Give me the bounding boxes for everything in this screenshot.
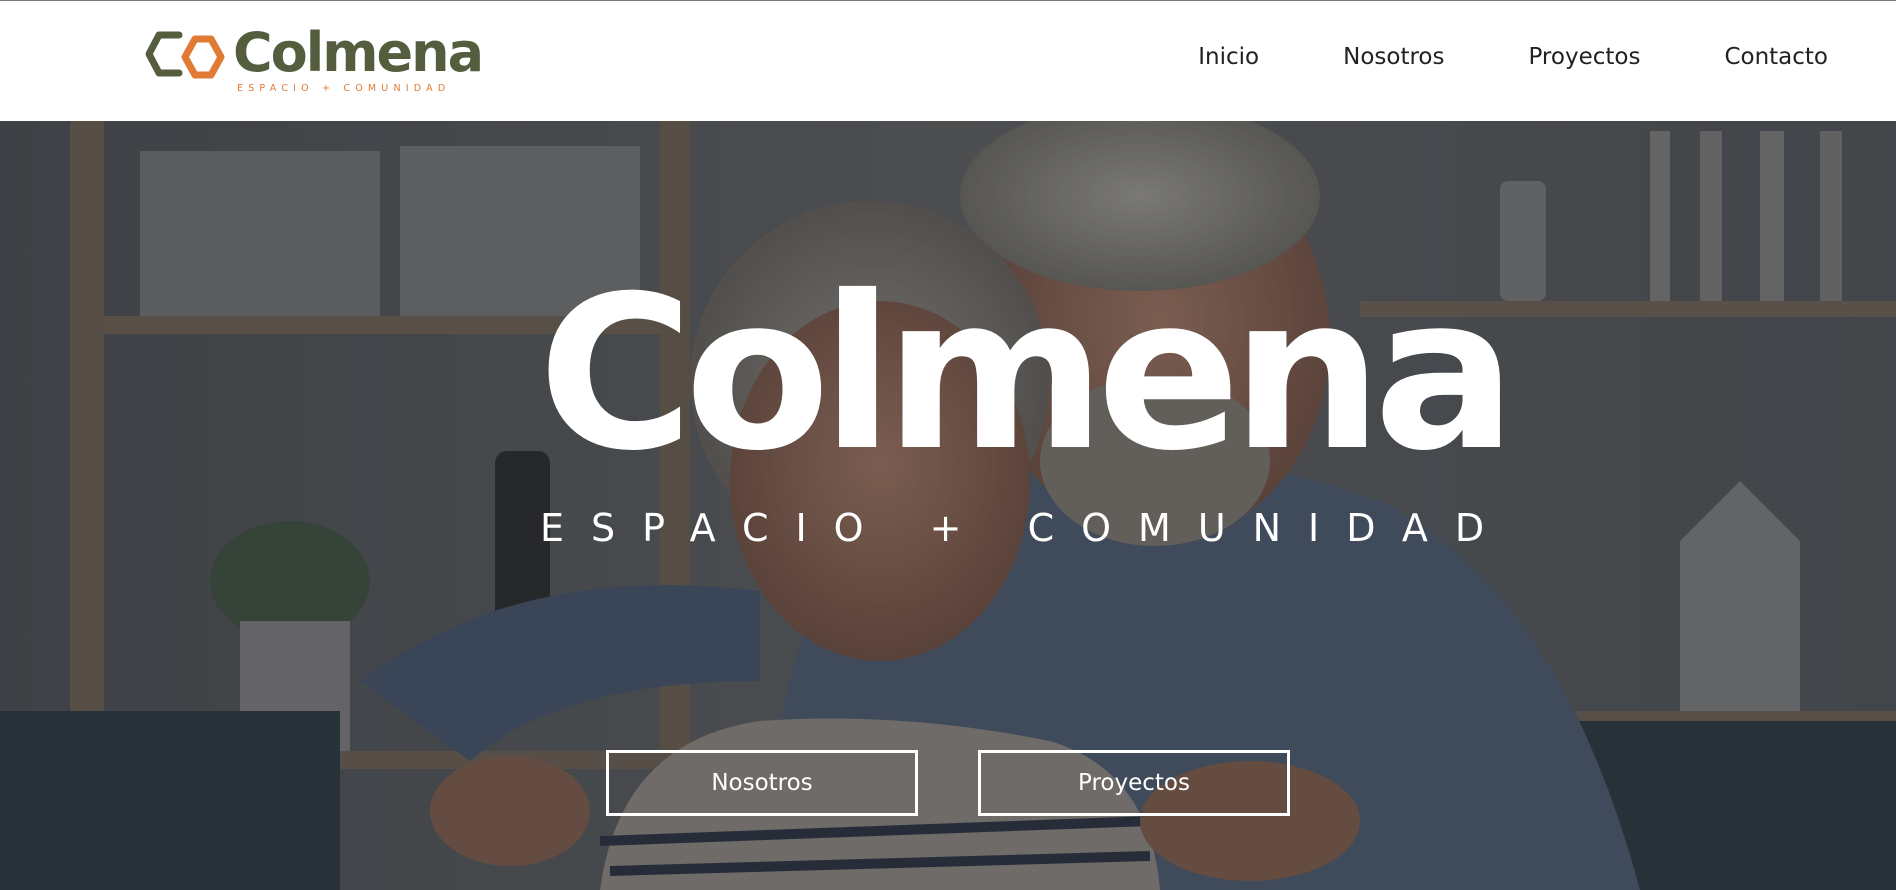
hero-nosotros-button[interactable]: Nosotros xyxy=(606,750,918,816)
main-nav: Inicio Nosotros Proyectos Contacto xyxy=(1198,44,1828,70)
hero-title: Colmena xyxy=(538,250,1517,497)
hero-section: Colmena ESPACIO + COMUNIDAD Nosotros Pro… xyxy=(0,121,1896,890)
hero-proyectos-button[interactable]: Proyectos xyxy=(978,750,1290,816)
nav-link-nosotros[interactable]: Nosotros xyxy=(1343,44,1444,70)
nav-link-contacto[interactable]: Contacto xyxy=(1724,44,1828,70)
logo-tagline: ESPACIO + COMUNIDAD xyxy=(237,83,451,94)
site-header: Colmena ESPACIO + COMUNIDAD Inicio Nosot… xyxy=(0,0,1896,121)
site-logo[interactable]: Colmena ESPACIO + COMUNIDAD xyxy=(145,21,484,99)
nav-link-inicio[interactable]: Inicio xyxy=(1198,44,1259,70)
hexagon-logo-icon xyxy=(145,31,225,79)
page: Colmena ESPACIO + COMUNIDAD Inicio Nosot… xyxy=(0,0,1896,890)
hero-tagline: ESPACIO + COMUNIDAD xyxy=(540,506,1512,550)
logo-wordmark: Colmena xyxy=(233,21,484,84)
nav-link-proyectos[interactable]: Proyectos xyxy=(1528,44,1640,70)
